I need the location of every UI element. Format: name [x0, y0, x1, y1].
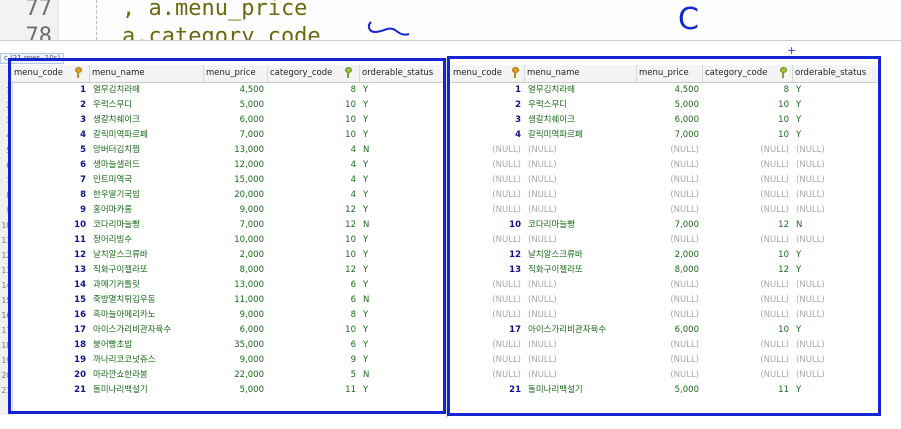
sql-editor[interactable]: 77 78 , a.menu_price a.category_code C: [0, 0, 901, 40]
code-line[interactable]: a.category_code: [122, 24, 321, 40]
line-number-gutter: 77 78: [0, 0, 59, 40]
editor-divider: [0, 40, 901, 41]
line-number: 77: [25, 0, 53, 21]
line-number: 78: [25, 24, 53, 40]
highlight-box-left: [8, 58, 446, 414]
handwritten-c-annotation: C: [678, 2, 699, 37]
code-line[interactable]: , a.menu_price: [122, 0, 307, 21]
highlight-box-right: [447, 56, 881, 416]
pen-scribble-annotation: [367, 21, 410, 36]
indent-guide: [96, 0, 97, 40]
